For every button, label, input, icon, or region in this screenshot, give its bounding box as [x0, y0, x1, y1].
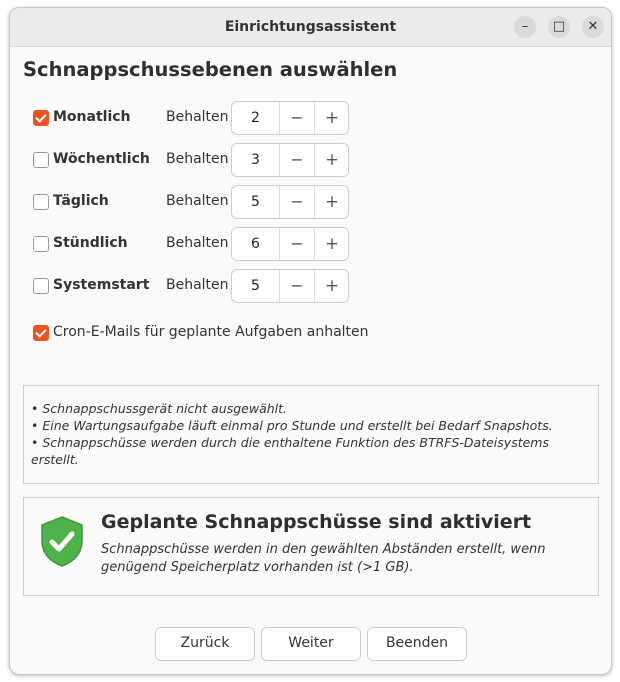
keep-count-value[interactable]: 6 — [232, 228, 279, 260]
info-text: • Schnappschussgerät nicht ausgewählt. •… — [31, 400, 591, 468]
decrement-button[interactable]: − — [279, 144, 314, 176]
keep-count-stepper[interactable]: 5− + — [231, 185, 349, 219]
setup-wizard-window: Einrichtungsassistent – □ ✕ Schnappschus… — [9, 7, 612, 675]
level-label[interactable]: Wöchentlich — [53, 143, 150, 176]
keep-count-value[interactable]: 5 — [232, 270, 279, 302]
snapshot-level-row: Täglich Behalten 5− + — [10, 185, 611, 219]
back-button[interactable]: Zurück — [155, 627, 255, 661]
level-label[interactable]: Täglich — [53, 185, 109, 218]
info-line: • Schnappschüsse werden durch die enthal… — [31, 435, 549, 467]
snapshot-level-row: Wöchentlich Behalten 3− + — [10, 143, 611, 177]
keep-label: Behalten — [166, 109, 229, 125]
keep-count-stepper[interactable]: 5− + — [231, 269, 349, 303]
increment-button[interactable]: + — [314, 144, 349, 176]
decrement-button[interactable]: − — [279, 228, 314, 260]
maximize-button[interactable]: □ — [548, 16, 570, 38]
snapshot-level-row: Stündlich Behalten 6− + — [10, 227, 611, 261]
keep-label: Behalten — [166, 235, 229, 251]
minimize-button[interactable]: – — [514, 16, 536, 38]
cron-option[interactable]: Cron-E-Mails für geplante Aufgaben anhal… — [10, 320, 611, 346]
level-checkbox[interactable] — [33, 194, 49, 210]
decrement-button[interactable]: − — [279, 270, 314, 302]
level-label[interactable]: Stündlich — [53, 227, 128, 260]
decrement-button[interactable]: − — [279, 102, 314, 134]
cron-label: Cron-E-Mails für geplante Aufgaben anhal… — [53, 324, 369, 340]
level-checkbox[interactable] — [33, 278, 49, 294]
cron-checkbox[interactable] — [33, 325, 49, 341]
minimize-icon: – — [521, 19, 529, 34]
status-title: Geplante Schnappschüsse sind aktiviert — [101, 511, 532, 533]
increment-button[interactable]: + — [314, 228, 349, 260]
keep-count-value[interactable]: 5 — [232, 186, 279, 218]
keep-label: Behalten — [166, 193, 229, 209]
keep-label: Behalten — [166, 277, 229, 293]
keep-count-value[interactable]: 3 — [232, 144, 279, 176]
keep-count-stepper[interactable]: 2− + — [231, 101, 349, 135]
level-checkbox[interactable] — [33, 110, 49, 126]
increment-button[interactable]: + — [314, 186, 349, 218]
snapshot-level-row: Monatlich Behalten 2− + — [10, 101, 611, 135]
title-bar[interactable]: Einrichtungsassistent – □ ✕ — [10, 8, 611, 47]
keep-count-value[interactable]: 2 — [232, 102, 279, 134]
shield-check-icon — [41, 516, 83, 567]
decrement-button[interactable]: − — [279, 186, 314, 218]
increment-button[interactable]: + — [314, 270, 349, 302]
info-line: • Schnappschussgerät nicht ausgewählt. — [31, 401, 288, 416]
close-button[interactable]: ✕ — [582, 16, 604, 38]
close-icon: ✕ — [587, 19, 599, 34]
keep-label: Behalten — [166, 151, 229, 167]
increment-button[interactable]: + — [314, 102, 349, 134]
level-checkbox[interactable] — [33, 152, 49, 168]
maximize-icon: □ — [552, 19, 566, 34]
level-label[interactable]: Monatlich — [53, 101, 131, 134]
keep-count-stepper[interactable]: 6− + — [231, 227, 349, 261]
keep-count-stepper[interactable]: 3− + — [231, 143, 349, 177]
snapshot-level-row: Systemstart Behalten 5− + — [10, 269, 611, 303]
info-panel: • Schnappschussgerät nicht ausgewählt. •… — [23, 385, 599, 484]
next-button[interactable]: Weiter — [261, 627, 361, 661]
level-label[interactable]: Systemstart — [53, 269, 149, 302]
status-description: Schnappschüsse werden in den gewählten A… — [101, 542, 546, 575]
finish-button[interactable]: Beenden — [367, 627, 467, 661]
info-line: • Eine Wartungsaufgabe läuft einmal pro … — [31, 418, 553, 433]
page-title: Schnappschussebenen auswählen — [23, 58, 398, 81]
status-panel: Geplante Schnappschüsse sind aktiviert S… — [23, 497, 599, 596]
level-checkbox[interactable] — [33, 236, 49, 252]
